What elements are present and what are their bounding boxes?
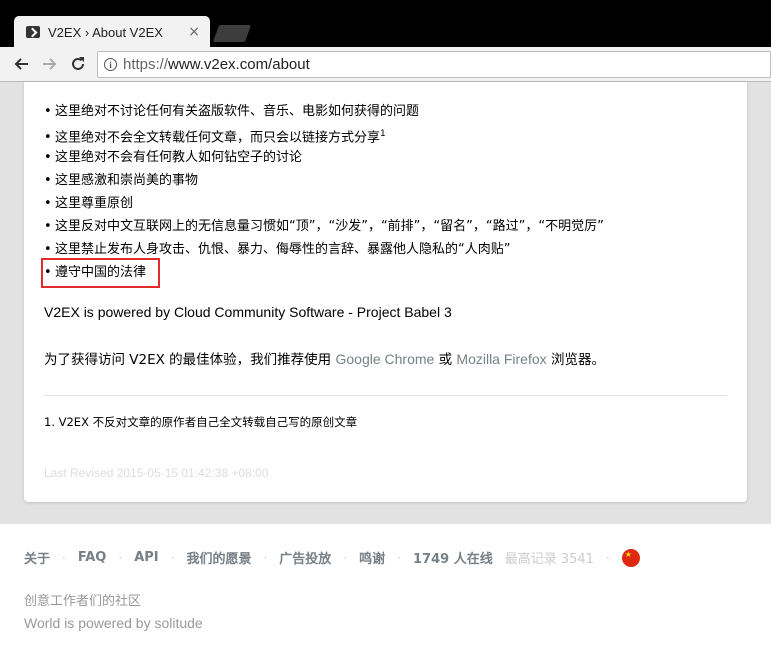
rule-item: • 这里尊重原创: [44, 196, 134, 211]
divider: [44, 395, 727, 396]
reload-icon[interactable]: [66, 52, 90, 76]
tab-close-icon[interactable]: ×: [188, 24, 200, 40]
footnote: 1. V2EX 不反对文章的原作者自己全文转载自己写的原创文章: [44, 415, 358, 429]
rule-item: • 这里反对中文互联网上的无信息量习惯如“顶”，“沙发”，“前排”，“留名”，“路…: [44, 219, 604, 234]
tab-title: V2EX › About V2EX: [48, 24, 163, 40]
back-arrow-icon[interactable]: [9, 52, 33, 76]
footnote-ref[interactable]: 1: [380, 129, 386, 139]
footer-link-thanks[interactable]: 鸣谢: [359, 548, 385, 567]
rule-item: • 这里绝对不会全文转载任何文章，而只会以链接方式分享1: [44, 129, 386, 146]
google-chrome-link[interactable]: Google Chrome: [335, 351, 434, 367]
about-card: • 这里绝对不讨论任何有关盗版软件、音乐、电影如何获得的问题 • 这里绝对不会全文转…: [24, 82, 747, 502]
footer-link-advertise[interactable]: 广告投放: [279, 548, 331, 567]
rule-item: • 这里绝对不讨论任何有关盗版软件、音乐、电影如何获得的问题: [44, 104, 420, 119]
online-count: 1749 人在线: [412, 552, 493, 567]
mozilla-firefox-link[interactable]: Mozilla Firefox: [456, 351, 546, 367]
footer-link-faq[interactable]: FAQ: [78, 550, 107, 565]
browser-recommendation: 为了获得访问 V2EX 的最佳体验，我们推荐使用 Google Chrome 或…: [44, 351, 605, 368]
powered-by-text: V2EX is powered by Cloud Community Softw…: [44, 304, 452, 320]
rule-item: • 这里绝对不会有任何教人如何钻空子的讨论: [44, 150, 303, 165]
footer-link-about[interactable]: 关于: [24, 548, 50, 567]
url-text: https://www.v2ex.com/about: [123, 56, 310, 73]
footer-link-api[interactable]: API: [134, 550, 158, 565]
footer-links: 关于 · FAQ · API · 我们的愿景 · 广告投放 · 鸣谢 · 174…: [24, 548, 640, 567]
last-revised: Last Revised 2015-05-15 01:42:38 +08:00: [44, 466, 269, 480]
china-flag-icon: [621, 548, 640, 567]
info-icon[interactable]: i: [104, 58, 117, 71]
footer-powered: World is powered by solitude: [24, 615, 203, 631]
v2ex-favicon-icon: [26, 26, 40, 38]
forward-arrow-icon[interactable]: [38, 52, 62, 76]
footer-link-vision[interactable]: 我们的愿景: [186, 548, 251, 567]
address-bar[interactable]: i https://www.v2ex.com/about: [97, 51, 771, 78]
highlight-box: [41, 258, 160, 288]
browser-chrome: V2EX › About V2EX × i https://www.v2ex.c…: [0, 0, 771, 82]
rule-item: • 这里感激和崇尚美的事物: [44, 173, 199, 188]
footer-slogan: 创意工作者们的社区: [24, 594, 142, 609]
record-count: 最高记录 3541: [504, 552, 594, 567]
site-footer: 关于 · FAQ · API · 我们的愿景 · 广告投放 · 鸣谢 · 174…: [0, 524, 771, 652]
browser-toolbar: i https://www.v2ex.com/about: [0, 47, 771, 82]
new-tab-button[interactable]: [212, 25, 252, 42]
browser-tab[interactable]: V2EX › About V2EX ×: [14, 16, 210, 48]
